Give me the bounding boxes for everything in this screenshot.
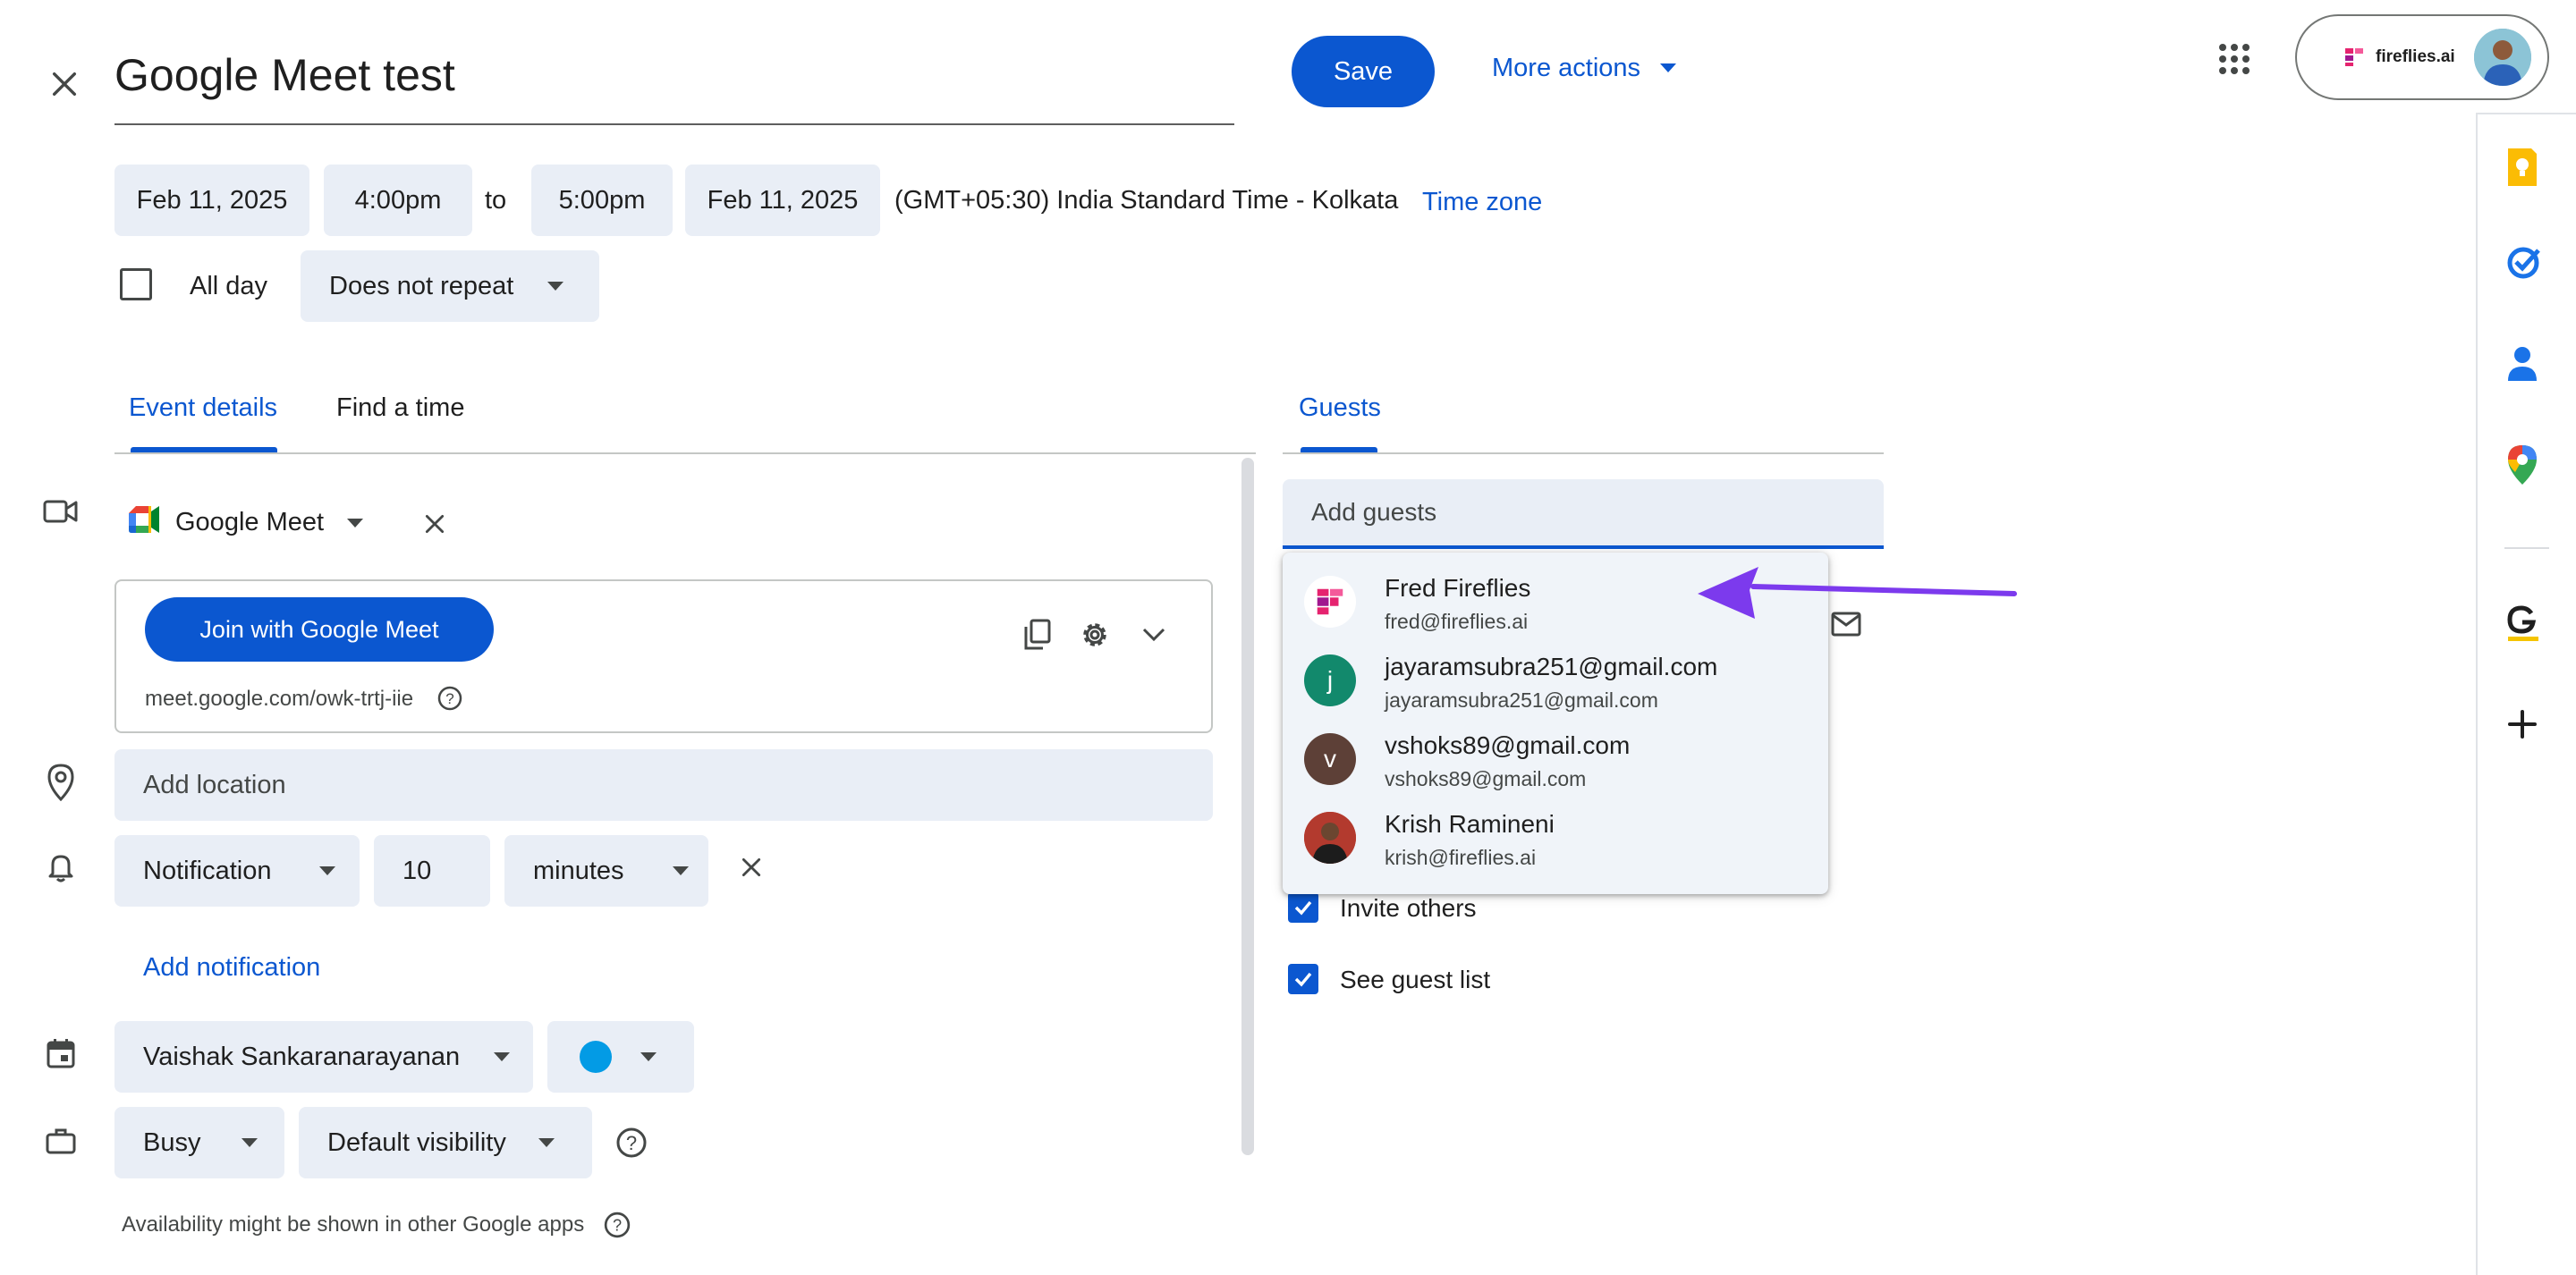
- all-day-checkbox[interactable]: [120, 268, 152, 300]
- remove-conference-icon[interactable]: [417, 506, 453, 542]
- calendar-icon: [43, 1035, 79, 1071]
- end-date-field[interactable]: Feb 11, 2025: [685, 165, 880, 236]
- guest-suggestion[interactable]: v vshoks89@gmail.com vshoks89@gmail.com: [1283, 721, 1828, 799]
- timezone-text: (GMT+05:30) India Standard Time - Kolkat…: [894, 186, 1399, 215]
- close-icon[interactable]: [39, 59, 89, 109]
- busy-status-dropdown[interactable]: Busy: [114, 1107, 284, 1178]
- invite-others-checkbox[interactable]: [1288, 892, 1318, 923]
- see-guest-list-label: See guest list: [1340, 966, 1491, 993]
- chevron-down-icon: [494, 1052, 511, 1061]
- chevron-down-icon[interactable]: [347, 519, 363, 528]
- account-brand: fireflies.ai: [2376, 47, 2455, 66]
- grammarly-icon[interactable]: [2504, 603, 2549, 647]
- help-icon[interactable]: ?: [436, 685, 463, 712]
- add-notification-link[interactable]: Add notification: [143, 953, 320, 983]
- settings-gear-icon[interactable]: [1077, 617, 1113, 653]
- invite-others-label: Invite others: [1340, 894, 1477, 922]
- sidebar-divider: [2476, 114, 2478, 1275]
- calendar-owner-dropdown[interactable]: Vaishak Sankaranarayanan: [114, 1021, 533, 1093]
- keep-icon[interactable]: [2504, 147, 2549, 191]
- guests-tab-divider: [1283, 452, 1884, 454]
- chevron-down-icon: [1660, 63, 1677, 72]
- google-meet-logo-icon: [129, 506, 161, 538]
- meet-link[interactable]: meet.google.com/owk-trtj-iie: [145, 687, 413, 712]
- guest-suggestion[interactable]: Krish Ramineni krish@fireflies.ai: [1283, 799, 1828, 878]
- svg-text:?: ?: [613, 1216, 622, 1234]
- end-time-field[interactable]: 5:00pm: [531, 165, 673, 236]
- avatar: [2474, 29, 2531, 86]
- visibility-dropdown[interactable]: Default visibility: [299, 1107, 592, 1178]
- add-addon-icon[interactable]: [2504, 706, 2549, 751]
- notification-unit-dropdown[interactable]: minutes: [504, 835, 708, 907]
- annotation-arrow: [1698, 567, 2017, 619]
- fireflies-avatar: [1304, 576, 1356, 628]
- tab-guests[interactable]: Guests: [1299, 393, 1381, 423]
- add-guests-input[interactable]: [1283, 479, 1884, 549]
- sidebar-separator: [2504, 547, 2549, 549]
- to-label: to: [485, 186, 507, 215]
- event-title-input[interactable]: [114, 43, 1234, 125]
- start-date-field[interactable]: Feb 11, 2025: [114, 165, 309, 236]
- repeat-dropdown[interactable]: Does not repeat: [301, 250, 599, 322]
- save-button[interactable]: Save: [1292, 36, 1435, 107]
- more-actions-label: More actions: [1492, 53, 1641, 82]
- maps-icon[interactable]: [2504, 443, 2549, 488]
- chevron-down-icon: [547, 282, 564, 291]
- remove-notification-icon[interactable]: [733, 849, 769, 885]
- svg-text:?: ?: [626, 1132, 637, 1154]
- svg-text:?: ?: [445, 690, 453, 707]
- help-icon[interactable]: ?: [614, 1125, 649, 1161]
- tab-divider: [114, 452, 1256, 454]
- notification-type-dropdown[interactable]: Notification: [114, 835, 360, 907]
- account-chip[interactable]: fireflies.ai: [2295, 14, 2549, 100]
- see-guest-list-checkbox[interactable]: [1288, 964, 1318, 994]
- location-pin-icon: [43, 762, 79, 803]
- header-divider: [2476, 113, 2576, 114]
- more-actions-button[interactable]: More actions: [1492, 50, 1677, 86]
- chevron-down-icon: [538, 1138, 555, 1147]
- tab-find-a-time[interactable]: Find a time: [336, 393, 464, 423]
- tasks-icon[interactable]: [2504, 243, 2549, 288]
- chevron-down-icon: [672, 866, 689, 875]
- chevron-down-icon: [640, 1052, 657, 1061]
- conference-provider-label[interactable]: Google Meet: [175, 508, 324, 537]
- chevron-down-icon: [319, 866, 336, 875]
- guest-suggestion[interactable]: j jayaramsubra251@gmail.com jayaramsubra…: [1283, 642, 1828, 721]
- timezone-link[interactable]: Time zone: [1422, 188, 1542, 217]
- help-icon[interactable]: ?: [603, 1211, 631, 1239]
- tab-event-details[interactable]: Event details: [129, 393, 277, 423]
- availability-note: Availability might be shown in other Goo…: [122, 1212, 585, 1237]
- contacts-icon[interactable]: [2504, 343, 2549, 388]
- details-scrollbar[interactable]: [1241, 458, 1254, 1155]
- chevron-down-icon: [242, 1138, 258, 1147]
- location-input[interactable]: Add location: [114, 749, 1213, 821]
- bell-icon: [43, 849, 79, 885]
- copy-icon[interactable]: [1020, 617, 1055, 653]
- video-camera-icon: [41, 494, 80, 529]
- guests-tab-indicator: [1301, 447, 1377, 452]
- avatar-photo: [1304, 812, 1356, 864]
- active-tab-indicator: [131, 447, 277, 452]
- briefcase-icon: [43, 1123, 79, 1159]
- avatar: j: [1304, 654, 1356, 706]
- start-time-field[interactable]: 4:00pm: [324, 165, 472, 236]
- join-meet-button[interactable]: Join with Google Meet: [145, 597, 494, 662]
- notification-amount-input[interactable]: 10: [374, 835, 490, 907]
- apps-grid-icon[interactable]: [2215, 39, 2254, 79]
- event-color-dropdown[interactable]: [547, 1021, 694, 1093]
- avatar: v: [1304, 733, 1356, 785]
- fireflies-logo-icon: [2345, 48, 2363, 66]
- chevron-down-icon[interactable]: [1136, 617, 1172, 653]
- all-day-label: All day: [190, 272, 268, 300]
- color-swatch: [580, 1041, 612, 1073]
